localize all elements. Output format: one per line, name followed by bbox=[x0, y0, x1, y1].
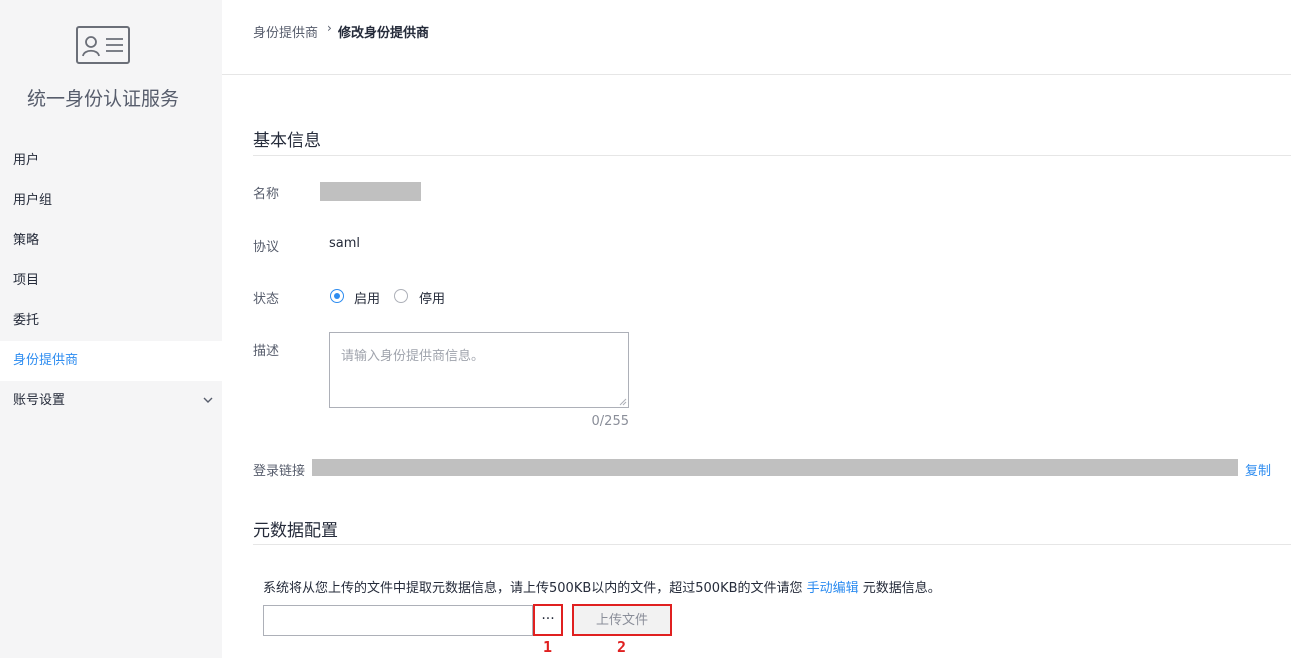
upload-file-button[interactable]: 上传文件 bbox=[572, 604, 672, 636]
metadata-title: 元数据配置 bbox=[253, 521, 338, 541]
name-value-redacted bbox=[320, 182, 421, 201]
metadata-description-suffix: 元数据信息。 bbox=[858, 581, 941, 596]
sidebar: 统一身份认证服务 用户 用户组 策略 项目 委托 身份提供商 账号设置 bbox=[0, 0, 222, 658]
protocol-label: 协议 bbox=[253, 240, 280, 255]
sidebar-item-identity-providers[interactable]: 身份提供商 bbox=[0, 341, 222, 381]
callout-1: 1 bbox=[543, 638, 553, 656]
chevron-down-icon[interactable] bbox=[203, 395, 213, 405]
login-link-label: 登录链接 bbox=[253, 464, 306, 479]
login-link-value-redacted bbox=[312, 459, 1238, 476]
section-divider bbox=[253, 155, 1291, 156]
metadata-description-prefix: 系统将从您上传的文件中提取元数据信息，请上传500KB以内的文件，超过500KB… bbox=[263, 581, 807, 596]
description-label: 描述 bbox=[253, 344, 280, 359]
sidebar-item-label: 用户 bbox=[13, 153, 40, 168]
breadcrumb-separator: › bbox=[327, 21, 332, 35]
status-enabled-label[interactable]: 启用 bbox=[354, 288, 380, 307]
sidebar-item-label: 委托 bbox=[13, 313, 40, 328]
file-path-input[interactable] bbox=[263, 605, 533, 636]
breadcrumb: 身份提供商 › 修改身份提供商 bbox=[222, 0, 1291, 75]
sidebar-item-label: 身份提供商 bbox=[13, 353, 79, 368]
callout-2: 2 bbox=[617, 638, 627, 656]
name-label: 名称 bbox=[253, 187, 280, 202]
page-title: 修改身份提供商 bbox=[338, 26, 430, 41]
manual-edit-link[interactable]: 手动编辑 bbox=[807, 581, 859, 596]
sidebar-item-projects[interactable]: 项目 bbox=[0, 261, 222, 301]
status-enabled-radio[interactable] bbox=[330, 289, 344, 303]
status-label: 状态 bbox=[253, 292, 280, 307]
sidebar-item-label: 账号设置 bbox=[13, 393, 66, 408]
description-placeholder: 请输入身份提供商信息。 bbox=[341, 349, 485, 364]
sidebar-item-label: 用户组 bbox=[13, 193, 53, 208]
protocol-value: saml bbox=[329, 236, 361, 251]
resize-handle-icon[interactable] bbox=[619, 398, 627, 406]
sidebar-item-label: 策略 bbox=[13, 233, 40, 248]
sidebar-item-policies[interactable]: 策略 bbox=[0, 221, 222, 261]
sidebar-item-account-settings[interactable]: 账号设置 bbox=[0, 381, 222, 421]
sidebar-item-agencies[interactable]: 委托 bbox=[0, 301, 222, 341]
sidebar-item-label: 项目 bbox=[13, 273, 40, 288]
description-textarea[interactable]: 请输入身份提供商信息。 bbox=[329, 332, 629, 408]
status-disabled-radio[interactable] bbox=[394, 289, 408, 303]
sidebar-item-users[interactable]: 用户 bbox=[0, 141, 222, 181]
metadata-description: 系统将从您上传的文件中提取元数据信息，请上传500KB以内的文件，超过500KB… bbox=[263, 577, 941, 596]
app-title: 统一身份认证服务 bbox=[26, 88, 179, 110]
status-disabled-label[interactable]: 停用 bbox=[419, 288, 445, 307]
browse-file-button[interactable]: ··· bbox=[533, 604, 563, 636]
description-char-count: 0/255 bbox=[591, 414, 629, 429]
sidebar-item-user-groups[interactable]: 用户组 bbox=[0, 181, 222, 221]
id-card-icon bbox=[76, 26, 130, 64]
basic-info-title: 基本信息 bbox=[253, 131, 321, 151]
copy-link-button[interactable]: 复制 bbox=[1245, 460, 1271, 479]
breadcrumb-parent-link[interactable]: 身份提供商 bbox=[253, 22, 318, 41]
section-divider bbox=[253, 544, 1291, 545]
